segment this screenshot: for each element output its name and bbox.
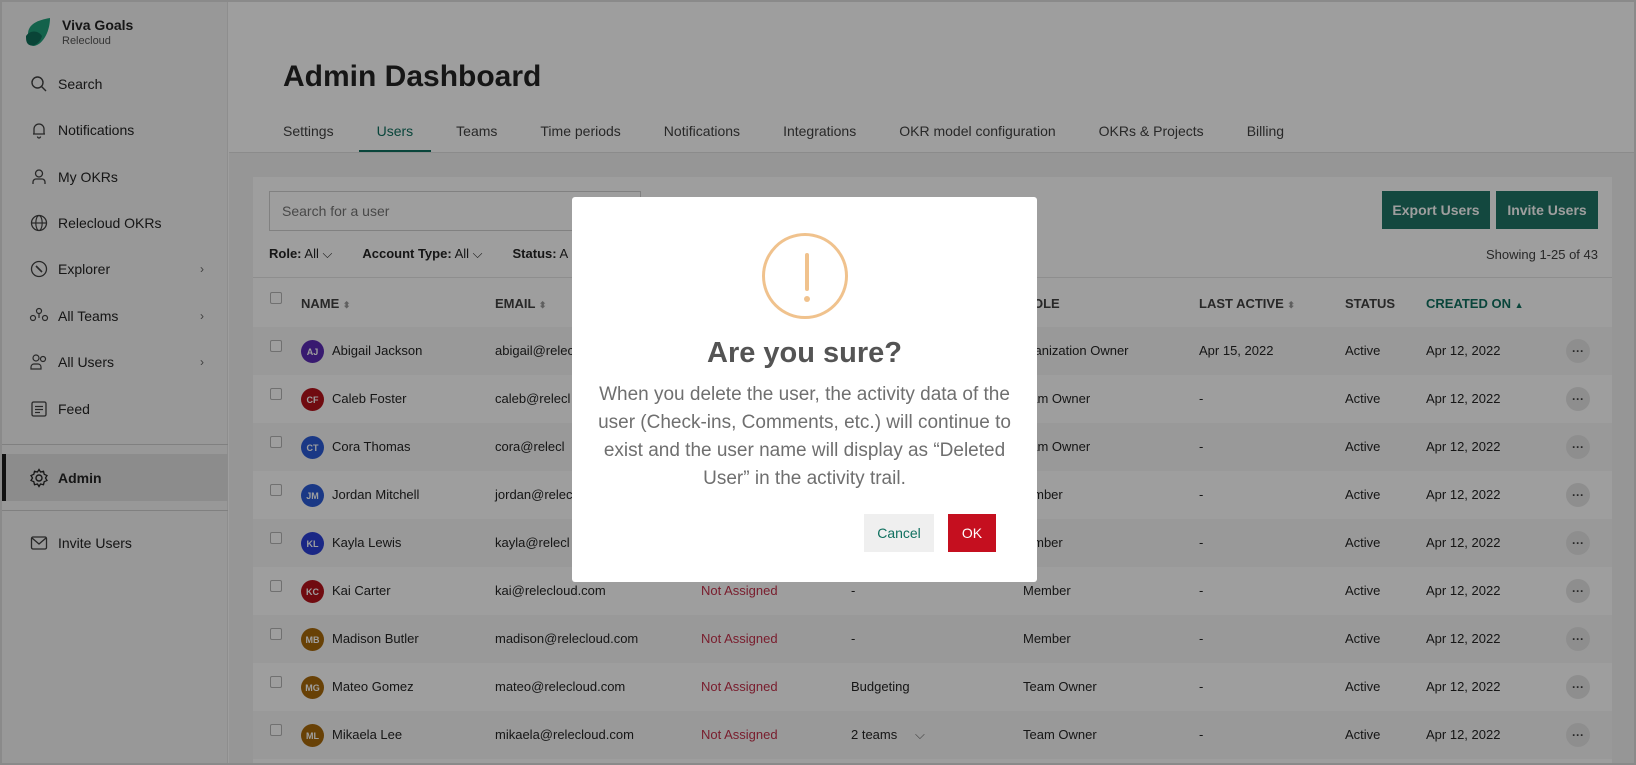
dialog-title: Are you sure? (707, 337, 902, 369)
confirm-delete-dialog: Are you sure? When you delete the user, … (572, 197, 1037, 582)
app-window: Viva Goals Relecloud Search Notification… (0, 0, 1636, 765)
ok-button[interactable]: OK (948, 514, 996, 552)
warning-icon (762, 233, 848, 319)
dialog-message: When you delete the user, the activity d… (598, 384, 1011, 489)
cancel-button[interactable]: Cancel (864, 514, 934, 552)
